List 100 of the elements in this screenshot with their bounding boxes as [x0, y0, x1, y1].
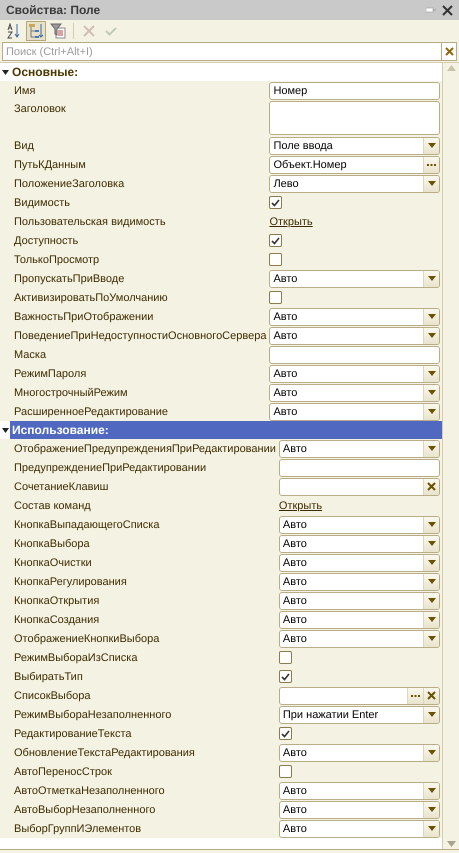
dropdown-field[interactable]: При нажатии Enter [278, 706, 440, 724]
toolbar-button[interactable] [48, 21, 68, 41]
dropdown-button[interactable] [423, 630, 439, 646]
dropdown-button[interactable] [423, 404, 439, 420]
dropdown-field[interactable]: Авто [278, 440, 440, 458]
field-value: Авто [282, 804, 308, 816]
collapse-icon[interactable] [2, 428, 8, 432]
property-label: СписокВыбора [14, 690, 90, 702]
dropdown-button[interactable] [423, 366, 439, 382]
dropdown-field[interactable]: Авто [278, 592, 440, 610]
filter-icon [50, 23, 66, 39]
caret-icon [428, 826, 436, 831]
dropdown-field[interactable]: Авто [278, 516, 440, 534]
dropdown-button[interactable] [423, 308, 439, 324]
dropdown-button[interactable] [423, 744, 439, 760]
dropdown-button[interactable] [423, 536, 439, 552]
property-label: РасширенноеРедактирование [14, 406, 168, 418]
dropdown-field[interactable]: Авто [269, 384, 440, 402]
checkbox[interactable] [269, 196, 282, 209]
dropdown-field[interactable]: Авто [278, 744, 440, 762]
caret-icon [428, 579, 436, 584]
dropdown-button[interactable] [423, 612, 439, 628]
select-button[interactable] [423, 156, 439, 172]
dropdown-button[interactable] [423, 574, 439, 590]
property-label: ВыборГруппИЭлементов [14, 822, 142, 834]
dropdown-field[interactable]: Поле ввода [269, 136, 440, 154]
dropdown-field[interactable]: Авто [278, 572, 440, 590]
dropdown-field[interactable]: Авто [269, 326, 440, 344]
field-value: Поле ввода [272, 140, 334, 152]
tree-icon [28, 23, 44, 39]
field-value: Лево [272, 178, 300, 190]
window-title: Свойства: Поле [6, 3, 102, 17]
clear-button[interactable] [423, 688, 439, 704]
check-icon [271, 236, 280, 244]
dropdown-button[interactable] [423, 782, 439, 798]
select-button[interactable] [407, 688, 423, 704]
caret-icon [428, 276, 436, 281]
dropdown-field[interactable]: Авто [278, 800, 440, 818]
checkbox[interactable] [269, 291, 282, 304]
input-field[interactable] [278, 478, 440, 496]
open-link[interactable]: Открыть [269, 216, 313, 228]
open-link[interactable]: Открыть [278, 500, 322, 512]
dropdown-field[interactable]: Авто [269, 308, 440, 326]
checkbox[interactable] [278, 727, 292, 740]
field-value: Авто [282, 746, 308, 758]
property-label: КнопкаВыпадающегоСписка [14, 518, 160, 530]
dropdown-button[interactable] [423, 706, 439, 722]
search-field[interactable]: Поиск (Ctrl+Alt+I) [2, 42, 441, 61]
caret-icon [428, 333, 436, 338]
dropdown-field[interactable]: Авто [278, 534, 440, 552]
checkbox[interactable] [269, 234, 282, 247]
dropdown-button[interactable] [423, 176, 439, 192]
dropdown-button[interactable] [423, 138, 439, 154]
field-value: Авто [282, 632, 308, 644]
dropdown-button[interactable] [423, 592, 439, 608]
checkbox[interactable] [278, 765, 292, 778]
checkbox[interactable] [278, 670, 292, 683]
field-value: Авто [272, 310, 298, 322]
property-label: АвтоПереносСтрок [14, 766, 112, 778]
caret-icon [428, 617, 436, 622]
dropdown-button[interactable] [423, 820, 439, 836]
caret-icon [428, 750, 436, 755]
input-field[interactable] [278, 458, 440, 476]
select-field[interactable] [278, 686, 440, 704]
select-field[interactable]: Объект.Номер [269, 156, 440, 174]
dropdown-button[interactable] [423, 802, 439, 818]
dropdown-field[interactable]: Авто [278, 630, 440, 648]
field-value: Авто [272, 386, 298, 398]
dropdown-button[interactable] [423, 328, 439, 344]
dropdown-field[interactable]: Авто [278, 610, 440, 628]
property-label: ОбновлениеТекстаРедактирования [14, 746, 195, 758]
field-value: Авто [272, 406, 298, 418]
dropdown-button[interactable] [423, 516, 439, 532]
dropdown-field[interactable]: Авто [278, 820, 440, 838]
dropdown-button[interactable] [423, 440, 439, 456]
input-field[interactable]: Номер [269, 82, 440, 100]
dropdown-field[interactable]: Авто [269, 364, 440, 382]
collapse-icon[interactable] [2, 70, 8, 74]
dropdown-button[interactable] [423, 270, 439, 286]
close-icon[interactable] [442, 4, 453, 16]
dropdown-field[interactable]: Авто [269, 402, 440, 420]
property-label: КнопкаОткрытия [14, 594, 100, 606]
caret-icon [428, 788, 436, 793]
input-field[interactable] [269, 346, 440, 364]
clear-search-button[interactable] [441, 42, 457, 61]
clear-button[interactable] [423, 478, 439, 494]
dropdown-field[interactable]: Лево [269, 174, 440, 192]
property-label: РежимВыбораНезаполненного [14, 708, 172, 720]
dropdown-field[interactable]: Авто [269, 270, 440, 288]
checkbox[interactable] [278, 651, 292, 664]
section-header[interactable]: Использование: [10, 421, 442, 439]
dropdown-field[interactable]: Авто [278, 554, 440, 572]
section-header[interactable]: Основные: [10, 63, 442, 81]
pin-icon[interactable] [426, 7, 436, 13]
dropdown-button[interactable] [423, 384, 439, 400]
dropdown-field[interactable]: Авто [278, 782, 440, 800]
toolbar-button[interactable] [26, 21, 46, 41]
checkbox[interactable] [269, 253, 282, 266]
dropdown-button[interactable] [423, 554, 439, 570]
property-label: Вид [14, 140, 34, 152]
